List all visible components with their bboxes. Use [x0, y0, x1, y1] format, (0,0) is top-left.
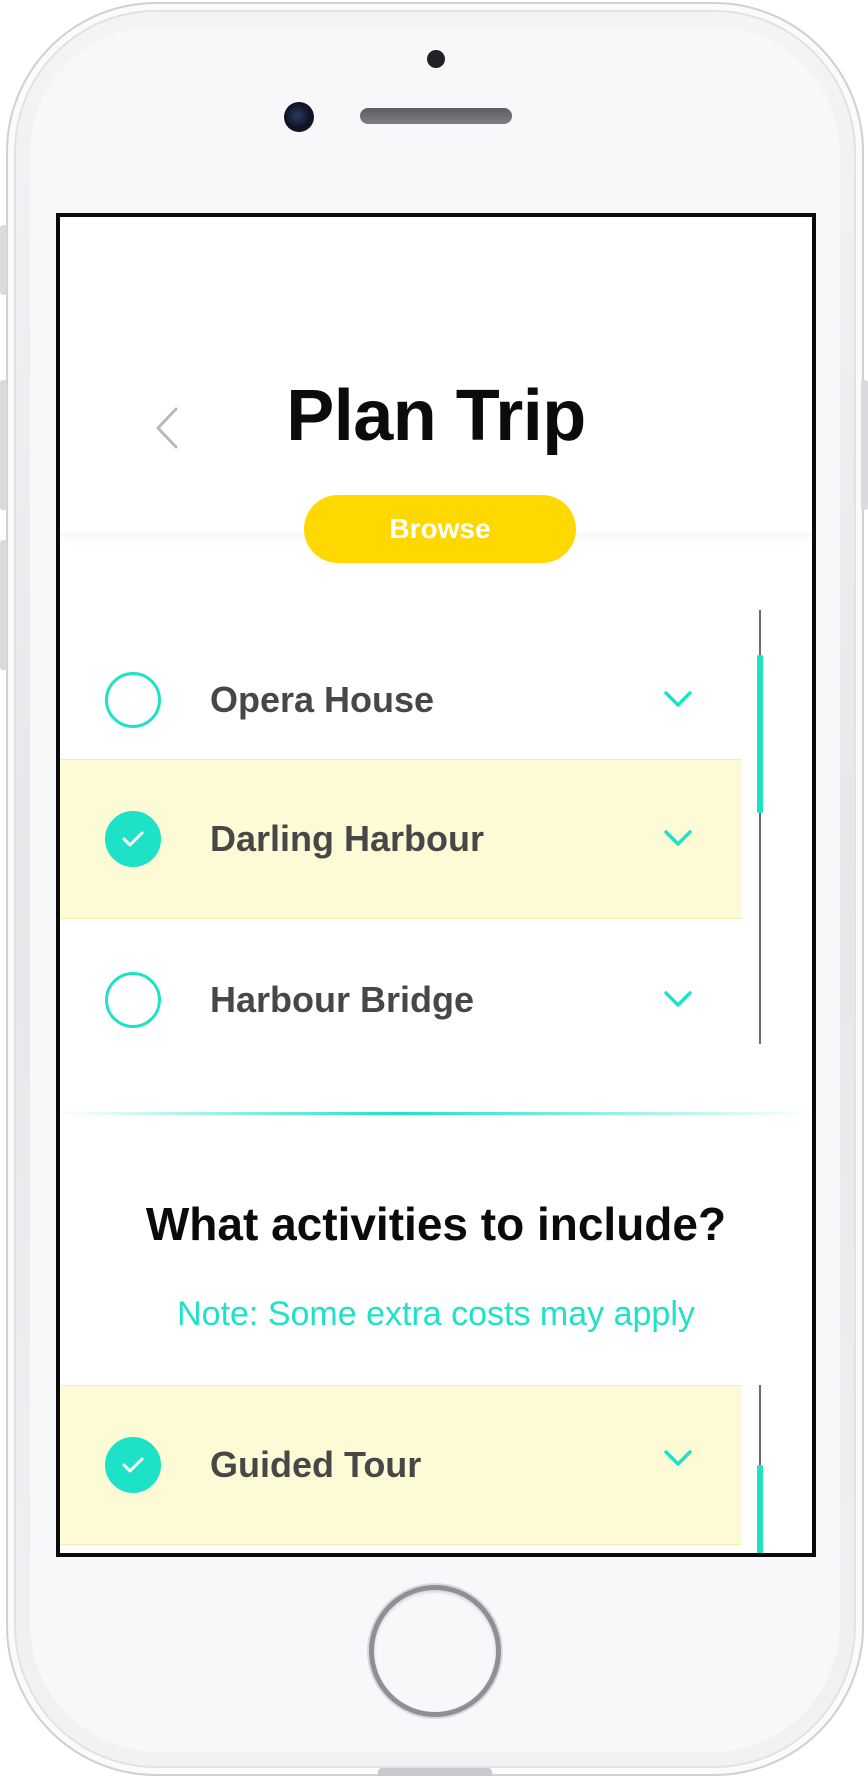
checkmark-icon	[122, 831, 144, 847]
activities-note: Note: Some extra costs may apply	[177, 1295, 695, 1333]
home-button[interactable]	[369, 1585, 501, 1717]
app-screen: Plan Trip Browse Opera House Darling Har…	[56, 213, 816, 1557]
activity-row-guided-tour[interactable]: Guided Tour	[60, 1385, 742, 1545]
location-row-harbour-bridge[interactable]: Harbour Bridge	[60, 920, 742, 1080]
front-camera	[284, 102, 314, 132]
power-button	[861, 380, 868, 510]
locations-scrollbar-thumb[interactable]	[757, 655, 763, 813]
location-label: Darling Harbour	[210, 818, 485, 859]
activities-scrollbar-thumb[interactable]	[757, 1465, 763, 1553]
browse-button[interactable]: Browse	[304, 495, 576, 563]
location-checkbox[interactable]	[105, 672, 161, 728]
lightning-port-edge	[378, 1768, 492, 1776]
checkmark-icon	[122, 1457, 144, 1473]
page-title: Plan Trip	[286, 376, 586, 456]
chevron-down-icon[interactable]	[662, 688, 694, 710]
location-label: Harbour Bridge	[210, 979, 475, 1020]
activity-checkbox-checked[interactable]	[105, 1437, 161, 1493]
section-divider	[60, 1112, 812, 1115]
mute-switch	[0, 225, 7, 295]
location-checkbox-checked[interactable]	[105, 811, 161, 867]
location-checkbox[interactable]	[105, 972, 161, 1028]
chevron-down-icon[interactable]	[662, 827, 694, 849]
volume-up-button	[0, 380, 7, 510]
location-row-darling-harbour[interactable]: Darling Harbour	[60, 759, 742, 919]
chevron-down-icon[interactable]	[662, 1447, 694, 1469]
header: Plan Trip	[60, 217, 812, 533]
proximity-sensor	[427, 50, 445, 68]
earpiece-speaker	[360, 108, 512, 124]
activities-heading: What activities to include?	[145, 1198, 727, 1250]
activity-label: Guided Tour	[210, 1444, 422, 1485]
location-label: Opera House	[210, 679, 435, 720]
chevron-down-icon[interactable]	[662, 988, 694, 1010]
volume-down-button	[0, 540, 7, 670]
location-row-opera-house[interactable]: Opera House	[60, 620, 742, 780]
